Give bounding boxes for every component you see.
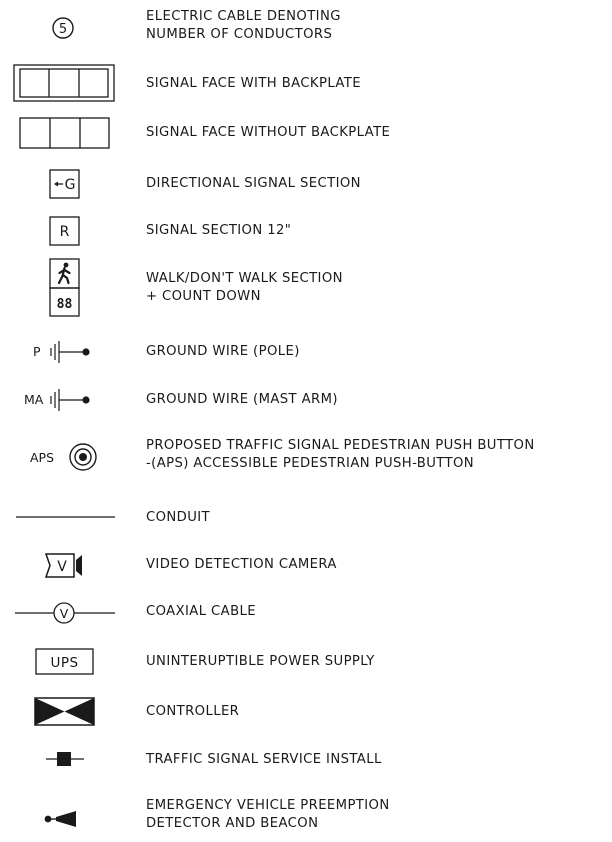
ups-glyph: UPS bbox=[50, 655, 78, 671]
legend-label: SIGNAL SECTION 12" bbox=[146, 223, 292, 238]
directional-signal-glyph: G bbox=[65, 177, 76, 193]
legend-label: PROPOSED TRAFFIC SIGNAL PEDESTRIAN PUSH … bbox=[146, 438, 535, 471]
legend-label: ELECTRIC CABLE DENOTING NUMBER OF CONDUCT… bbox=[146, 9, 341, 42]
legend-label: CONTROLLER bbox=[146, 704, 240, 719]
legend-label: COAXIAL CABLE bbox=[146, 604, 257, 619]
legend-label: GROUND WIRE (POLE) bbox=[146, 344, 300, 359]
legend-label: SIGNAL FACE WITH BACKPLATE bbox=[146, 76, 361, 91]
ground-wire-prefix: P bbox=[33, 344, 41, 359]
legend-label: TRAFFIC SIGNAL SERVICE INSTALL bbox=[146, 752, 382, 767]
video-camera-glyph: V bbox=[57, 559, 67, 575]
legend-label: SIGNAL FACE WITHOUT BACKPLATE bbox=[146, 125, 391, 140]
coaxial-cable-glyph: V bbox=[60, 606, 69, 621]
pedestrian-icon bbox=[57, 262, 71, 285]
push-button-prefix: APS bbox=[30, 450, 54, 465]
legend-label: GROUND WIRE (MAST ARM) bbox=[146, 392, 338, 407]
legend-label: WALK/DON'T WALK SECTION + COUNT DOWN bbox=[146, 271, 343, 304]
legend-label: VIDEO DETECTION CAMERA bbox=[146, 557, 337, 572]
legend-label: UNINTERUPTIBLE POWER SUPPLY bbox=[146, 654, 375, 669]
circle-number-text: 5 bbox=[59, 22, 67, 37]
signal-section-glyph: R bbox=[60, 224, 70, 240]
legend-label: EMERGENCY VEHICLE PREEMPTION DETECTOR AND… bbox=[146, 798, 390, 831]
legend-label: CONDUIT bbox=[146, 510, 211, 525]
legend-label: DIRECTIONAL SIGNAL SECTION bbox=[146, 176, 361, 191]
ground-wire-prefix: MA bbox=[24, 392, 44, 407]
countdown-glyph: 88 bbox=[57, 297, 73, 312]
